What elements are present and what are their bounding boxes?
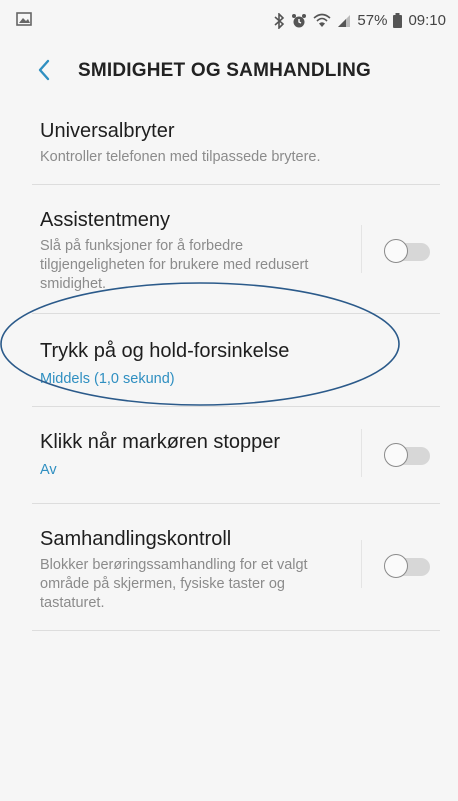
settings-list: Universalbryter Kontroller telefonen med… bbox=[0, 100, 458, 631]
signal-icon bbox=[337, 14, 351, 28]
interaction-control-toggle[interactable] bbox=[384, 554, 430, 578]
status-indicators: 57% 09:10 bbox=[274, 12, 446, 29]
status-bar: 57% 09:10 bbox=[0, 0, 458, 42]
setting-title: Trykk på og hold-forsinkelse bbox=[40, 340, 290, 362]
setting-subtitle: Slå på funksjoner for å forbedre tilgjen… bbox=[40, 238, 309, 292]
setting-value: Av bbox=[40, 462, 57, 478]
battery-percentage: 57% bbox=[357, 12, 388, 29]
setting-tap-and-hold-delay[interactable]: Trykk på og hold-forsinkelse Middels (1,… bbox=[32, 314, 440, 407]
toggle-knob bbox=[384, 239, 408, 263]
screen: 57% 09:10 SMIDIGHET OG SAMHANDLING Unive… bbox=[0, 0, 458, 801]
setting-title: Assistentmeny bbox=[40, 209, 171, 231]
assistant-menu-toggle[interactable] bbox=[384, 239, 430, 263]
setting-subtitle: Blokker berøringssamhandling for et valg… bbox=[40, 557, 308, 611]
toggle-area bbox=[361, 225, 432, 273]
setting-title: Universalbryter bbox=[40, 120, 175, 142]
bluetooth-icon bbox=[274, 12, 285, 29]
chevron-left-icon bbox=[38, 59, 50, 81]
setting-interaction-control[interactable]: Samhandlingskontroll Blokker berøringssa… bbox=[32, 504, 440, 631]
setting-title: Samhandlingskontroll bbox=[40, 528, 232, 550]
app-bar: SMIDIGHET OG SAMHANDLING bbox=[0, 42, 458, 100]
page-title: SMIDIGHET OG SAMHANDLING bbox=[78, 60, 371, 81]
alarm-icon bbox=[291, 13, 307, 29]
back-button[interactable] bbox=[30, 56, 58, 84]
clock: 09:10 bbox=[408, 12, 446, 29]
setting-universal-switch[interactable]: Universalbryter Kontroller telefonen med… bbox=[32, 100, 440, 185]
setting-subtitle: Kontroller telefonen med tilpassede bryt… bbox=[40, 149, 321, 165]
gallery-notification-icon bbox=[16, 12, 32, 30]
toggle-area bbox=[361, 429, 432, 477]
setting-value: Middels (1,0 sekund) bbox=[40, 371, 175, 387]
wifi-icon bbox=[313, 13, 331, 28]
toggle-knob bbox=[384, 554, 408, 578]
toggle-knob bbox=[384, 443, 408, 467]
setting-title: Klikk når markøren stopper bbox=[40, 431, 281, 453]
click-after-pointer-stops-toggle[interactable] bbox=[384, 443, 430, 467]
toggle-area bbox=[361, 540, 432, 588]
setting-click-after-pointer-stops[interactable]: Klikk når markøren stopper Av bbox=[32, 407, 440, 504]
battery-icon bbox=[393, 13, 403, 28]
setting-assistant-menu[interactable]: Assistentmeny Slå på funksjoner for å fo… bbox=[32, 185, 440, 314]
